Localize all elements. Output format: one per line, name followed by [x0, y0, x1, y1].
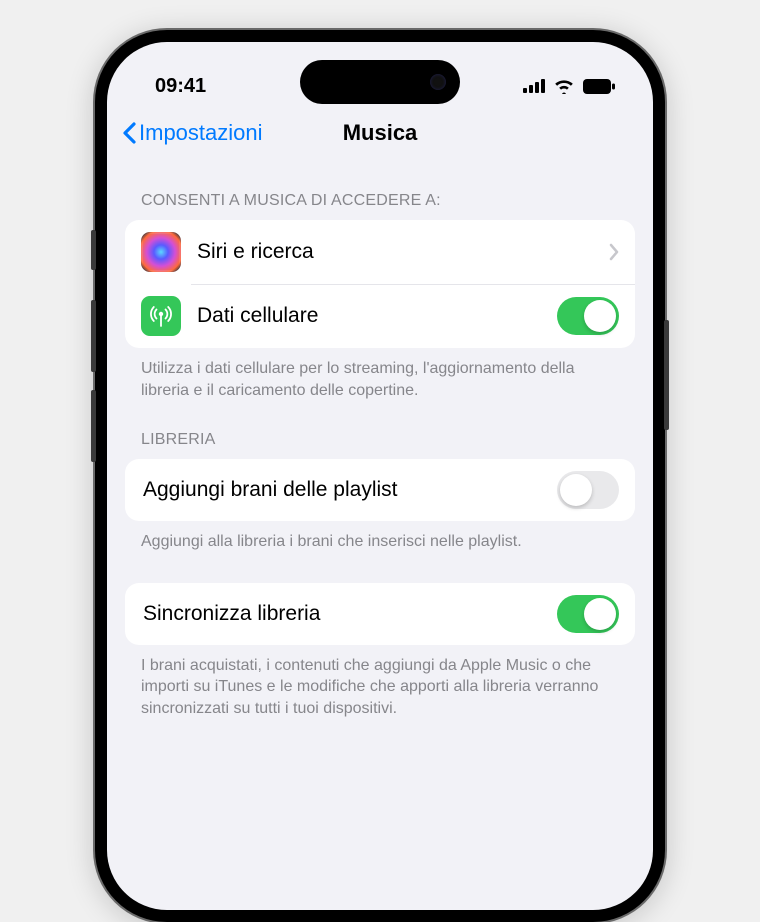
- siri-icon: [141, 232, 181, 272]
- settings-content: CONSENTI A MUSICA DI ACCEDERE A: Siri e …: [107, 160, 653, 728]
- row-label: Siri e ricerca: [197, 240, 609, 264]
- toggle-knob: [560, 474, 592, 506]
- section-footer-sync: I brani acquistati, i contenuti che aggi…: [107, 645, 653, 728]
- section-header-access: CONSENTI A MUSICA DI ACCEDERE A:: [107, 170, 653, 220]
- power-button: [664, 320, 669, 430]
- toggle-knob: [584, 300, 616, 332]
- status-time: 09:41: [155, 75, 206, 98]
- row-cellular-data: Dati cellulare: [125, 284, 635, 348]
- chevron-left-icon: [121, 121, 137, 145]
- chevron-right-icon: [609, 243, 619, 261]
- section-header-library: LIBRERIA: [107, 409, 653, 459]
- toggle-add-playlist-songs[interactable]: [557, 471, 619, 509]
- row-label: Aggiungi brani delle playlist: [143, 478, 557, 502]
- row-siri-search[interactable]: Siri e ricerca: [125, 220, 635, 284]
- dynamic-island: [300, 60, 460, 104]
- volume-up-button: [91, 300, 96, 372]
- camera-icon: [430, 74, 446, 90]
- row-add-playlist-songs: Aggiungi brani delle playlist: [125, 459, 635, 521]
- volume-down-button: [91, 390, 96, 462]
- row-sync-library: Sincronizza libreria: [125, 583, 635, 645]
- group-add-playlist: Aggiungi brani delle playlist: [125, 459, 635, 521]
- status-indicators: [523, 78, 615, 94]
- phone-frame: 09:41: [95, 30, 665, 922]
- section-footer-access: Utilizza i dati cellulare per lo streami…: [107, 348, 653, 409]
- group-access: Siri e ricerca: [125, 220, 635, 348]
- row-label: Dati cellulare: [197, 304, 557, 328]
- toggle-cellular-data[interactable]: [557, 297, 619, 335]
- back-label: Impostazioni: [139, 120, 263, 146]
- row-label: Sincronizza libreria: [143, 602, 557, 626]
- antenna-icon: [141, 296, 181, 336]
- cellular-signal-icon: [523, 79, 545, 93]
- screen: 09:41: [107, 42, 653, 910]
- battery-icon: [583, 79, 615, 94]
- page-title: Musica: [343, 120, 418, 146]
- back-button[interactable]: Impostazioni: [121, 120, 263, 146]
- section-footer-add-playlist: Aggiungi alla libreria i brani che inser…: [107, 521, 653, 561]
- side-button: [91, 230, 96, 270]
- nav-bar: Impostazioni Musica: [107, 108, 653, 160]
- toggle-knob: [584, 598, 616, 630]
- wifi-icon: [553, 78, 575, 94]
- toggle-sync-library[interactable]: [557, 595, 619, 633]
- group-sync-library: Sincronizza libreria: [125, 583, 635, 645]
